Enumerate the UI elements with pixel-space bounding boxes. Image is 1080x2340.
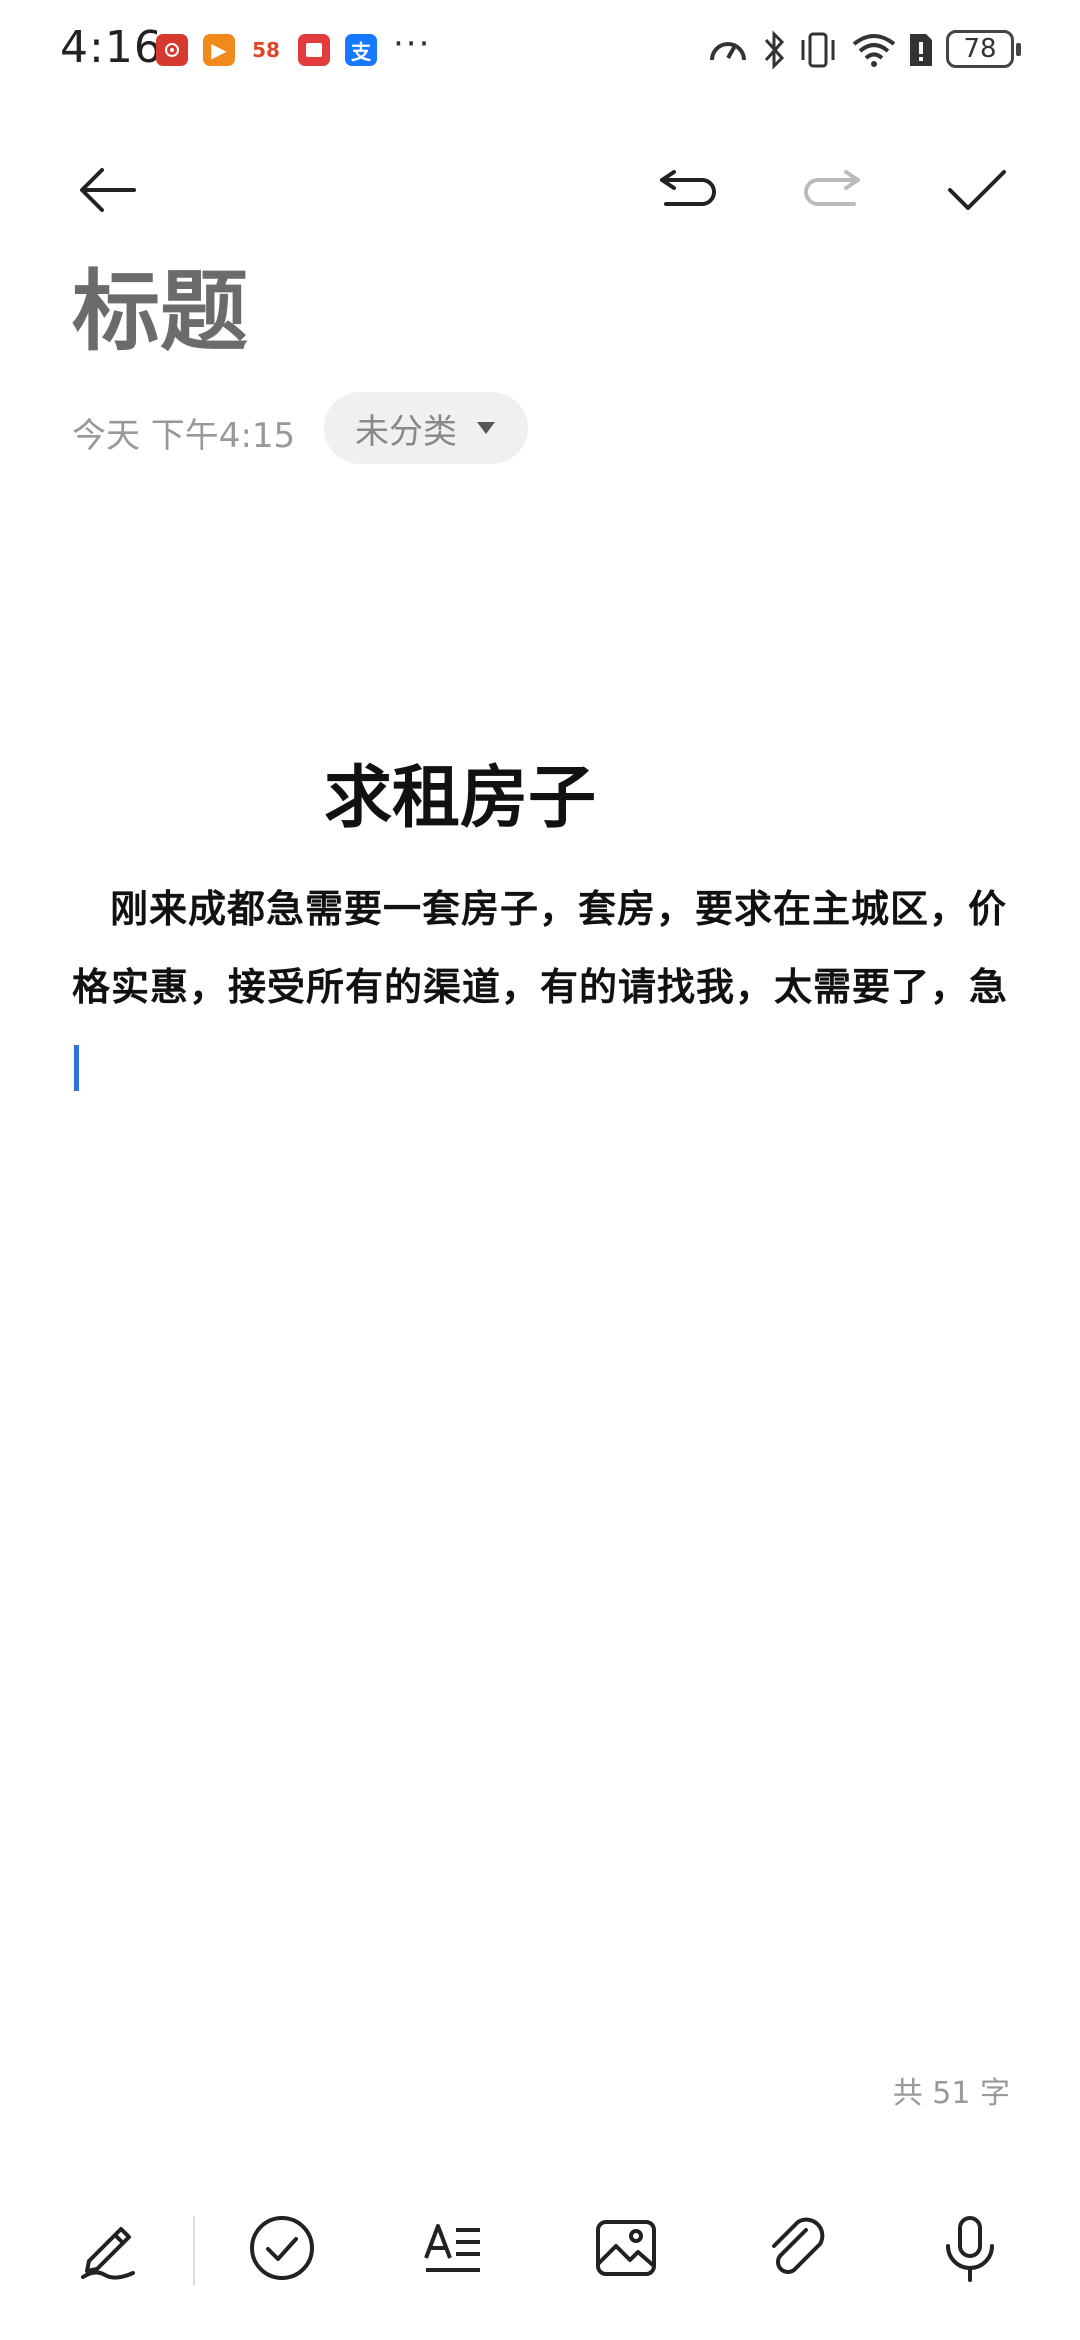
bluetooth-icon (764, 30, 785, 70)
undo-button[interactable] (648, 150, 728, 230)
content-body[interactable]: 刚来成都急需要一套房子，套房，要求在主城区，价格实惠，接受所有的渠道，有的请找我… (72, 870, 1008, 1104)
checklist-button[interactable] (234, 2200, 330, 2296)
status-time: 4:16 (60, 22, 163, 73)
more-notifications-icon: ··· (393, 24, 432, 64)
category-label: 未分类 (355, 411, 457, 452)
toolbar-divider (193, 2216, 195, 2286)
check-circle-icon (250, 2216, 314, 2280)
microphone-icon (946, 2216, 994, 2282)
vibrate-icon (801, 32, 835, 68)
redo-icon (804, 170, 860, 206)
check-icon (948, 170, 1006, 210)
note-title-input[interactable]: 标题 (72, 268, 248, 356)
word-count: 共 51 字 (892, 2076, 1010, 2111)
content-heading[interactable]: 求租房子 (0, 742, 920, 841)
note-date: 今天 下午4:15 (72, 416, 296, 456)
weather-app-icon (156, 34, 188, 66)
reader-app-icon (298, 34, 330, 66)
voice-input-button[interactable] (922, 2200, 1018, 2296)
back-button[interactable] (68, 150, 148, 230)
sim-alert-icon (910, 34, 932, 66)
content-body-text: 刚来成都急需要一套房子，套房，要求在主城区，价格实惠，接受所有的渠道，有的请找我… (72, 887, 1009, 1009)
status-bar: 4:16 ▶ 58 支 ··· 78 (0, 0, 1080, 100)
battery-indicator: 78 (946, 30, 1021, 68)
58-app-icon: 58 (250, 34, 282, 66)
save-check-button[interactable] (936, 150, 1016, 230)
data-speed-icon (710, 42, 746, 61)
text-cursor (74, 1044, 79, 1091)
handwriting-button[interactable] (62, 2200, 158, 2296)
dropdown-triangle-icon (477, 422, 495, 434)
text-format-button[interactable] (406, 2200, 502, 2296)
alipay-app-icon: 支 (345, 34, 377, 66)
bottom-toolbar (0, 2190, 1080, 2310)
video-app-icon: ▶ (203, 34, 235, 66)
paperclip-icon (772, 2217, 825, 2274)
image-icon (596, 2220, 656, 2276)
attachment-button[interactable] (750, 2200, 846, 2296)
wifi-icon (852, 34, 896, 67)
insert-image-button[interactable] (578, 2200, 674, 2296)
back-arrow-icon (80, 168, 136, 212)
redo-button[interactable] (792, 150, 872, 230)
undo-icon (660, 170, 716, 206)
category-dropdown[interactable]: 未分类 (324, 392, 528, 464)
text-format-icon (424, 2224, 480, 2272)
pen-icon (81, 2227, 135, 2280)
